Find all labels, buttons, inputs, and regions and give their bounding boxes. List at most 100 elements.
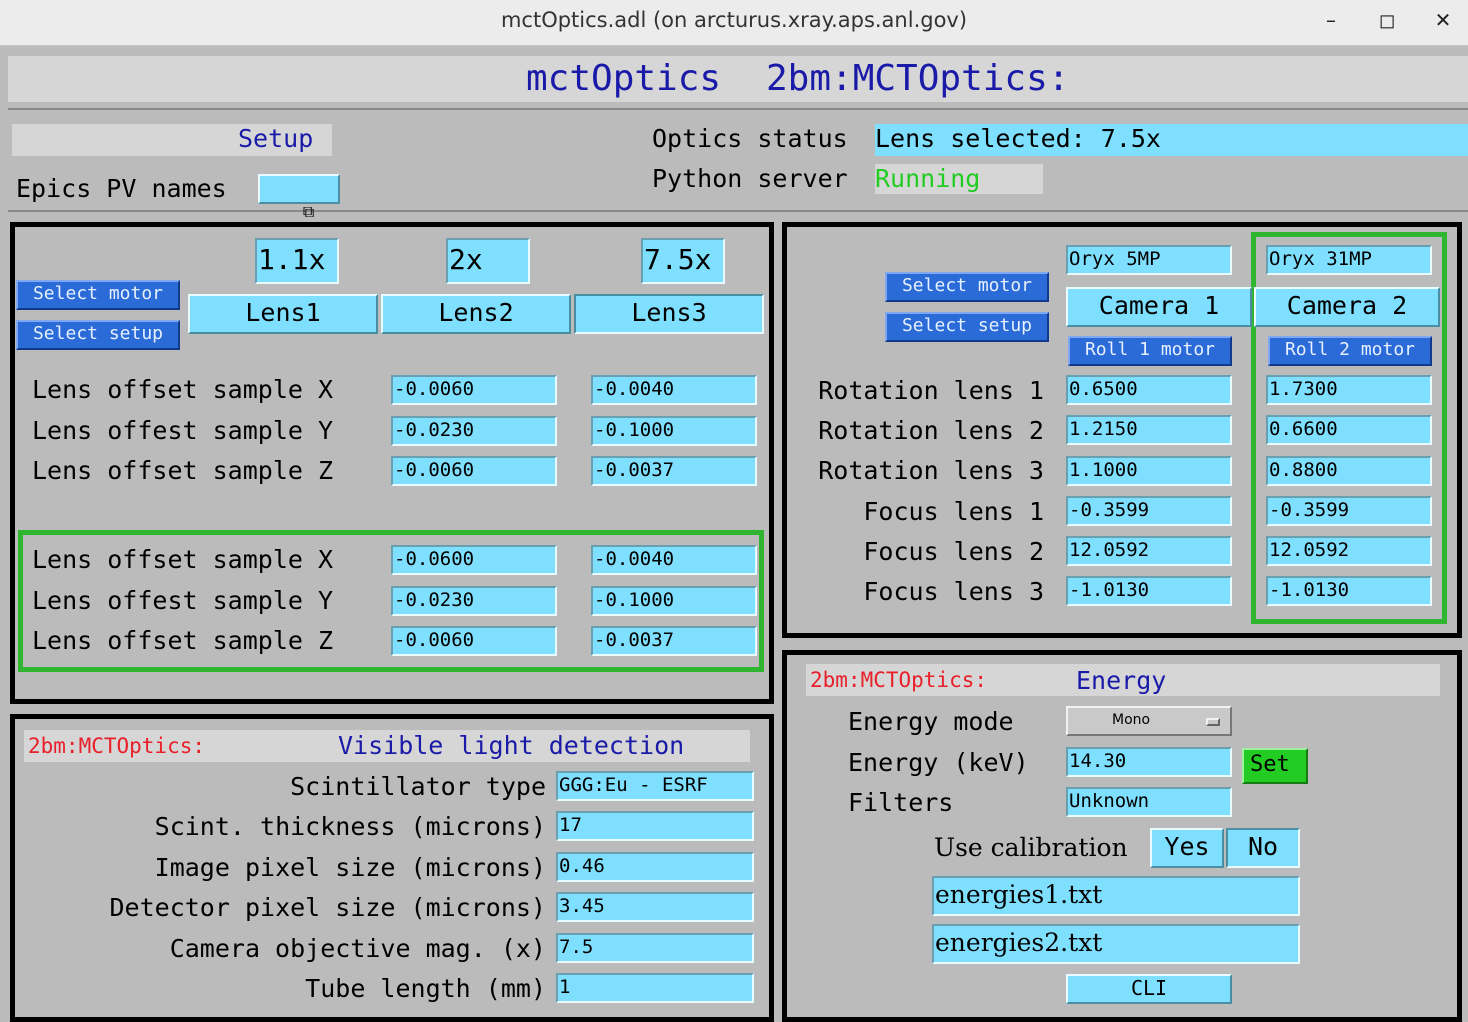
energy-mode-menu[interactable]: Mono bbox=[1066, 706, 1232, 736]
lens-offset-field[interactable]: -0.0230 bbox=[391, 586, 557, 616]
camera1-value-field[interactable]: 12.0592 bbox=[1066, 536, 1232, 566]
lens-offset-field[interactable]: -0.1000 bbox=[591, 586, 757, 616]
scintillator-type-field[interactable]: GGG:Eu - ESRF bbox=[556, 771, 754, 801]
camera1-name-field[interactable]: Oryx 5MP bbox=[1066, 245, 1232, 275]
use-calibration-label: Use calibration bbox=[934, 833, 1128, 862]
maximize-icon[interactable]: ◻ bbox=[1372, 8, 1402, 32]
lens-offset-field[interactable]: -0.0037 bbox=[591, 626, 757, 656]
lens-offset-field[interactable]: -0.0040 bbox=[591, 375, 757, 405]
roll2-motor-button[interactable]: Roll 2 motor bbox=[1268, 336, 1432, 366]
lens-offset-field[interactable]: -0.0037 bbox=[591, 456, 757, 486]
camera2-value-field[interactable]: 0.8800 bbox=[1266, 456, 1432, 486]
lens-row-label: Lens offest sample Y bbox=[32, 586, 334, 615]
energy-mode-label: Energy mode bbox=[848, 707, 1014, 736]
camera-row-label: Rotation lens 2 bbox=[818, 416, 1044, 445]
roll1-motor-button[interactable]: Roll 1 motor bbox=[1068, 336, 1232, 366]
lens-select-motor-button[interactable]: Select motor bbox=[16, 280, 180, 310]
detection-row-label: Scint. thickness (microns) bbox=[154, 812, 546, 841]
camera-row-label: Focus lens 1 bbox=[863, 497, 1044, 526]
banner-prefix: 2bm:MCTOptics: bbox=[766, 58, 1070, 99]
lens-offset-field[interactable]: -0.0060 bbox=[391, 456, 557, 486]
window-titlebar: mctOptics.adl (on arcturus.xray.aps.anl.… bbox=[0, 0, 1468, 46]
image-pixel-size-field[interactable]: 0.46 bbox=[556, 852, 754, 882]
lens-select-setup-button[interactable]: Select setup bbox=[16, 320, 180, 350]
lens-row-label: Lens offset sample Z bbox=[32, 456, 334, 485]
camera2-button[interactable]: Camera 2 bbox=[1254, 287, 1440, 327]
lens-offset-field[interactable]: -0.0060 bbox=[391, 626, 557, 656]
detection-row-label: Tube length (mm) bbox=[305, 974, 546, 1003]
lens1-button[interactable]: Lens1 bbox=[188, 294, 378, 334]
close-icon[interactable]: ✕ bbox=[1428, 8, 1458, 32]
tube-length-field[interactable]: 1 bbox=[556, 973, 754, 1003]
calibration-file1-field[interactable]: energies1.txt bbox=[932, 876, 1300, 916]
camera2-value-field[interactable]: -0.3599 bbox=[1266, 496, 1432, 526]
optics-status-value: Lens selected: 7.5x bbox=[875, 124, 1468, 156]
calibration-file2-field[interactable]: energies2.txt bbox=[932, 924, 1300, 964]
camera1-value-field[interactable]: -0.3599 bbox=[1066, 496, 1232, 526]
filters-field[interactable]: Unknown bbox=[1066, 787, 1232, 817]
lens-row-label: Lens offset sample Z bbox=[32, 626, 334, 655]
camera1-value-field[interactable]: -1.0130 bbox=[1066, 576, 1232, 606]
camera1-value-field[interactable]: 1.2150 bbox=[1066, 415, 1232, 445]
camera-objective-mag-field[interactable]: 7.5 bbox=[556, 933, 754, 963]
related-display-icon: ⧉ bbox=[302, 202, 315, 221]
energy-kev-label: Energy (keV) bbox=[848, 748, 1029, 777]
energy-kev-field[interactable]: 14.30 bbox=[1066, 747, 1232, 777]
python-server-value: Running bbox=[875, 164, 981, 193]
detection-title: Visible light detection bbox=[338, 731, 685, 760]
energy-title: Energy bbox=[1076, 666, 1167, 695]
detector-pixel-size-field[interactable]: 3.45 bbox=[556, 892, 754, 922]
energy-set-button[interactable]: Set bbox=[1242, 748, 1308, 784]
banner-app-name: mctOptics bbox=[526, 58, 722, 99]
lens-offset-field[interactable]: -0.0060 bbox=[391, 375, 557, 405]
lens3-button[interactable]: Lens3 bbox=[574, 294, 764, 334]
scint-thickness-field[interactable]: 17 bbox=[556, 811, 754, 841]
lens-row-label: Lens offset sample X bbox=[32, 375, 334, 404]
banner: mctOptics 2bm:MCTOptics: bbox=[8, 56, 1468, 102]
calibration-no-button[interactable]: No bbox=[1226, 828, 1300, 868]
lens-offset-field[interactable]: -0.1000 bbox=[591, 416, 757, 446]
lens-offset-field[interactable]: -0.0600 bbox=[391, 545, 557, 575]
camera2-value-field[interactable]: -1.0130 bbox=[1266, 576, 1432, 606]
camera2-name-field[interactable]: Oryx 31MP bbox=[1266, 245, 1432, 275]
lens2-button[interactable]: Lens2 bbox=[381, 294, 571, 334]
calibration-yes-button[interactable]: Yes bbox=[1150, 828, 1224, 868]
camera-row-label: Rotation lens 1 bbox=[818, 376, 1044, 405]
detection-header: 2bm:MCTOptics: Visible light detection bbox=[24, 730, 750, 762]
camera2-value-field[interactable]: 0.6600 bbox=[1266, 415, 1432, 445]
python-server-label: Python server bbox=[652, 164, 848, 193]
lens3-mag-field[interactable]: 7.5x bbox=[641, 238, 725, 284]
camera-row-label: Focus lens 2 bbox=[863, 537, 1044, 566]
camera-select-motor-button[interactable]: Select motor bbox=[885, 272, 1049, 302]
lens2-mag-field[interactable]: 2x bbox=[446, 238, 530, 284]
lens-offset-field[interactable]: -0.0040 bbox=[591, 545, 757, 575]
lens1-mag-field[interactable]: 1.1x bbox=[255, 238, 339, 284]
epics-pv-button[interactable]: ⧉ bbox=[258, 174, 340, 221]
detection-row-label: Detector pixel size (microns) bbox=[109, 893, 547, 922]
camera2-value-field[interactable]: 12.0592 bbox=[1266, 536, 1432, 566]
camera1-value-field[interactable]: 0.6500 bbox=[1066, 375, 1232, 405]
camera-row-label: Focus lens 3 bbox=[863, 577, 1044, 606]
lens-row-label: Lens offset sample X bbox=[32, 545, 334, 574]
camera1-value-field[interactable]: 1.1000 bbox=[1066, 456, 1232, 486]
energy-header: 2bm:MCTOptics: Energy bbox=[806, 664, 1440, 696]
lens-offset-field[interactable]: -0.0230 bbox=[391, 416, 557, 446]
detection-row-label: Camera objective mag. (x) bbox=[169, 934, 546, 963]
optics-status-label: Optics status bbox=[652, 124, 848, 153]
lens-row-label: Lens offest sample Y bbox=[32, 416, 334, 445]
detection-row-label: Scintillator type bbox=[290, 772, 546, 801]
camera2-value-field[interactable]: 1.7300 bbox=[1266, 375, 1432, 405]
detection-prefix: 2bm:MCTOptics: bbox=[28, 734, 206, 758]
python-server-field: Running bbox=[875, 164, 1043, 194]
minimize-icon[interactable]: – bbox=[1316, 8, 1346, 32]
camera-select-setup-button[interactable]: Select setup bbox=[885, 312, 1049, 342]
energy-mode-value: Mono bbox=[1112, 712, 1151, 728]
detection-row-label: Image pixel size (microns) bbox=[154, 853, 546, 882]
setup-bar: Setup bbox=[12, 124, 332, 156]
epics-pv-label: Epics PV names bbox=[16, 174, 227, 203]
cli-button[interactable]: CLI bbox=[1066, 974, 1232, 1004]
filters-label: Filters bbox=[848, 788, 954, 817]
window-title: mctOptics.adl (on arcturus.xray.aps.anl.… bbox=[500, 8, 968, 32]
camera-row-label: Rotation lens 3 bbox=[818, 456, 1044, 485]
camera1-button[interactable]: Camera 1 bbox=[1066, 287, 1252, 327]
